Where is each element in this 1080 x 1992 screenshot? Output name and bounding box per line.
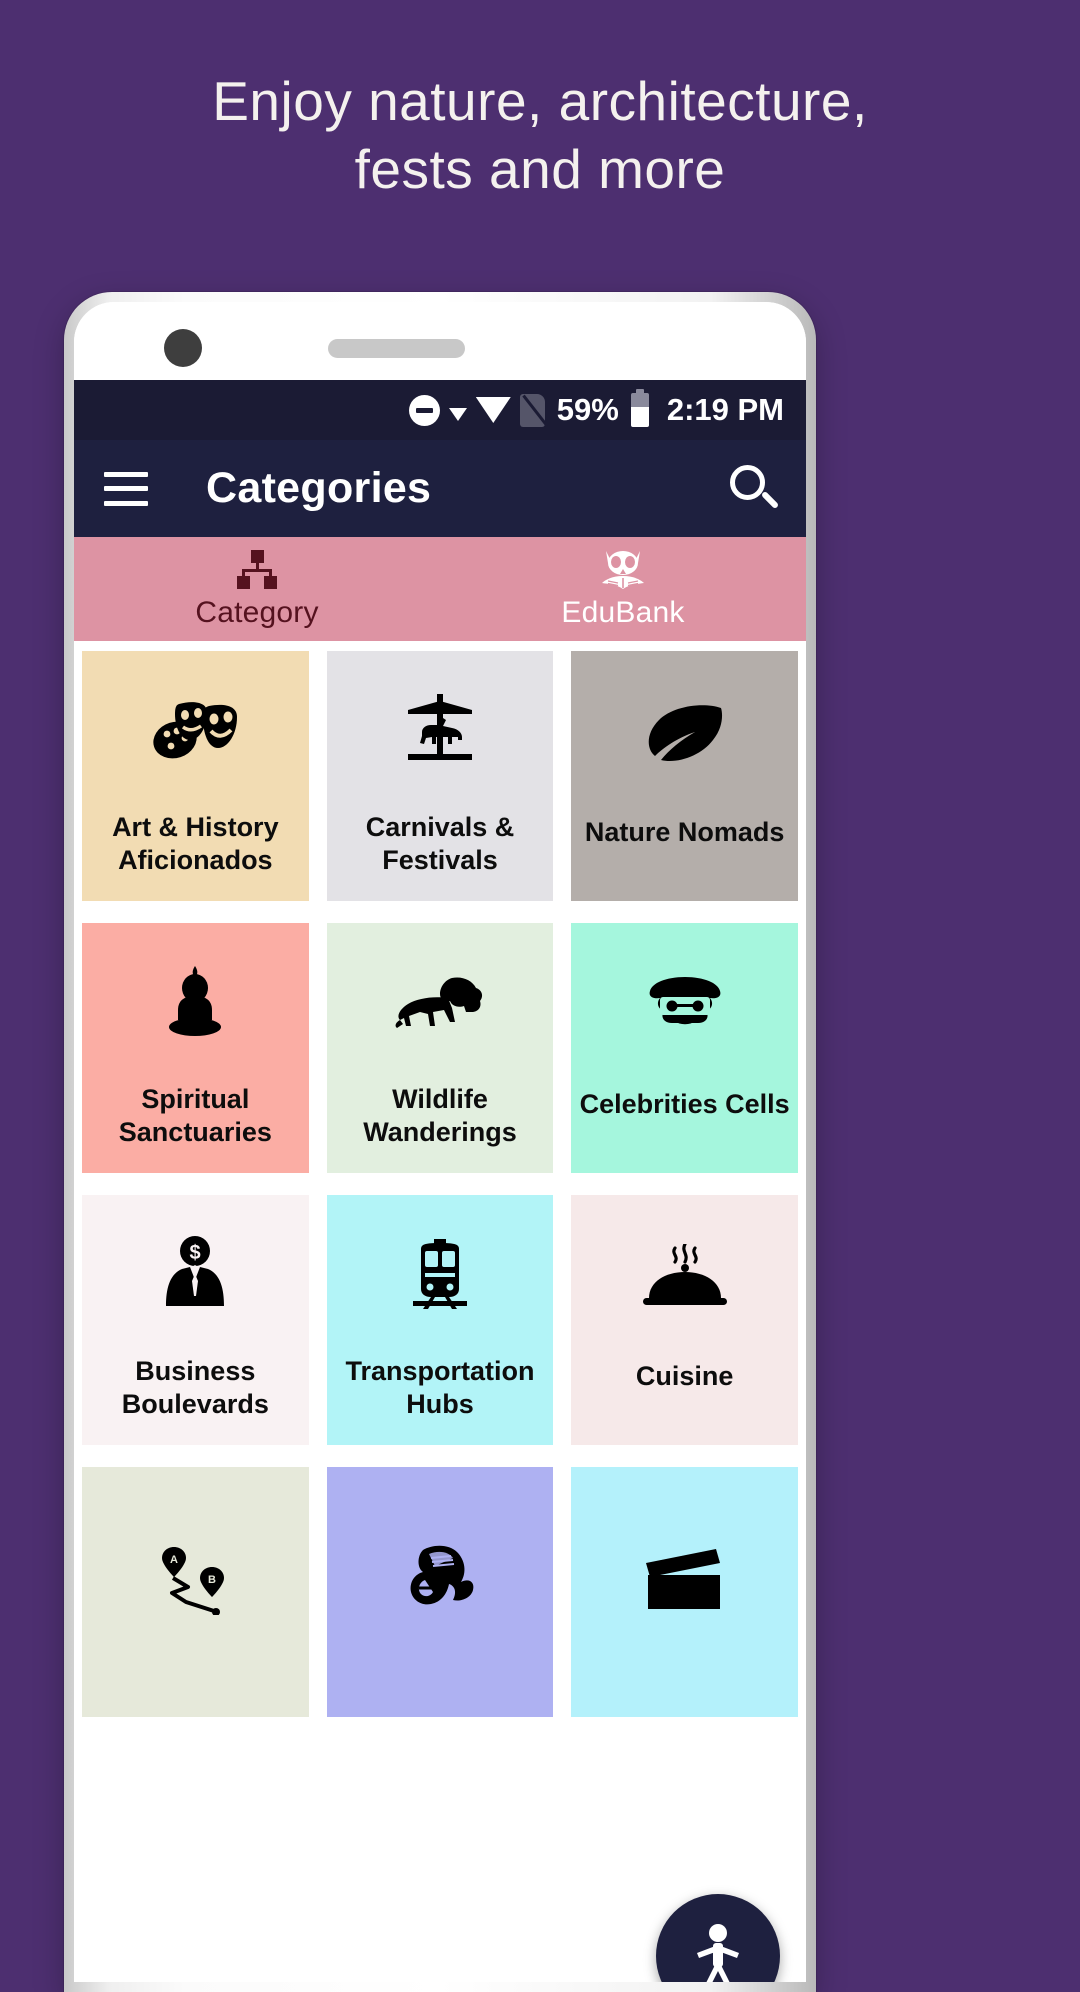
status-bar: 59% 2:19 PM [74,380,806,440]
theater-masks-palette-icon [82,651,309,811]
lion-icon [327,923,554,1083]
svg-text:B: B [208,1574,216,1586]
category-card-label: Wildlife Wanderings [363,1083,517,1147]
route-map-pins-icon: A B [82,1467,309,1693]
caret-down-icon [448,407,467,421]
food-cloche-icon [571,1195,798,1360]
category-card-label: Celebrities Cells [579,1088,790,1119]
app-screen: 59% 2:19 PM Categories Category EduBank … [74,380,806,1982]
category-card[interactable]: Cuisine [571,1195,798,1445]
wifi-icon [475,397,511,423]
category-card-label [679,1693,691,1717]
category-card[interactable] [326,1467,554,1717]
category-card-label [434,1693,446,1717]
businessman-dollar-icon: $ [82,1195,309,1355]
category-card[interactable]: Carnivals & Festivals [326,651,554,901]
phone-mockup-frame: 59% 2:19 PM Categories Category EduBank … [64,292,816,1992]
svg-text:A: A [170,1554,178,1566]
tab-category-label: Category [195,596,319,629]
clapperboard-icon [571,1467,798,1693]
status-bar-clock: 2:19 PM [666,392,784,427]
category-card[interactable]: A B [82,1467,309,1717]
earpiece-speaker [328,339,465,358]
no-sim-icon [519,393,545,427]
category-card-label: Cuisine [635,1360,734,1391]
do-not-disturb-icon [408,394,440,426]
explore-fab-button[interactable] [656,1894,780,1982]
category-card-label: Spiritual Sanctuaries [118,1083,272,1147]
carousel-icon [327,651,554,811]
category-card-label: Business Boulevards [121,1355,269,1419]
category-card[interactable]: $ Business Boulevards [82,1195,309,1445]
svg-text:$: $ [190,1242,201,1264]
search-icon[interactable] [726,462,780,516]
category-card[interactable] [571,1467,798,1717]
battery-percentage: 59% [556,392,619,427]
category-grid: Art & History Aficionados Carnivals & Fe… [74,641,806,1717]
category-card[interactable]: Nature Nomads [571,651,798,901]
phone-screen-container: 59% 2:19 PM Categories Category EduBank … [74,302,806,1982]
page-title: Categories [206,464,432,512]
category-card-label: Carnivals & Festivals [365,811,515,875]
tab-category[interactable]: Category [74,537,440,641]
category-card[interactable]: Art & History Aficionados [82,651,309,901]
phone-top-bezel [74,302,806,380]
app-bar: Categories [74,440,806,537]
person-explore-icon [697,1924,739,1982]
owl-book-icon [600,548,646,592]
front-camera-icon [164,329,202,367]
category-card-label: Art & History Aficionados [112,811,279,875]
status-bar-icons [408,393,545,427]
category-card-label: Nature Nomads [584,816,785,847]
buddha-icon [82,923,309,1083]
category-card-label: Transportation Hubs [345,1355,535,1419]
tab-bar: Category EduBank [74,537,806,641]
celebrity-face-icon [571,923,798,1088]
promo-headline: Enjoy nature, architecture, fests and mo… [212,70,868,200]
category-card[interactable]: Transportation Hubs [326,1195,554,1445]
leaf-icon [571,651,798,816]
spartan-helmet-icon [327,1467,554,1693]
tab-edubank[interactable]: EduBank [440,537,806,641]
category-card[interactable]: Wildlife Wanderings [326,923,554,1173]
category-card[interactable]: Celebrities Cells [571,923,798,1173]
train-icon [327,1195,554,1355]
sitemap-icon [235,548,279,592]
tab-edubank-label: EduBank [561,596,685,629]
hamburger-menu-icon[interactable] [104,471,148,506]
category-card-label [189,1693,201,1717]
battery-icon [630,389,649,427]
category-card[interactable]: Spiritual Sanctuaries [82,923,309,1173]
